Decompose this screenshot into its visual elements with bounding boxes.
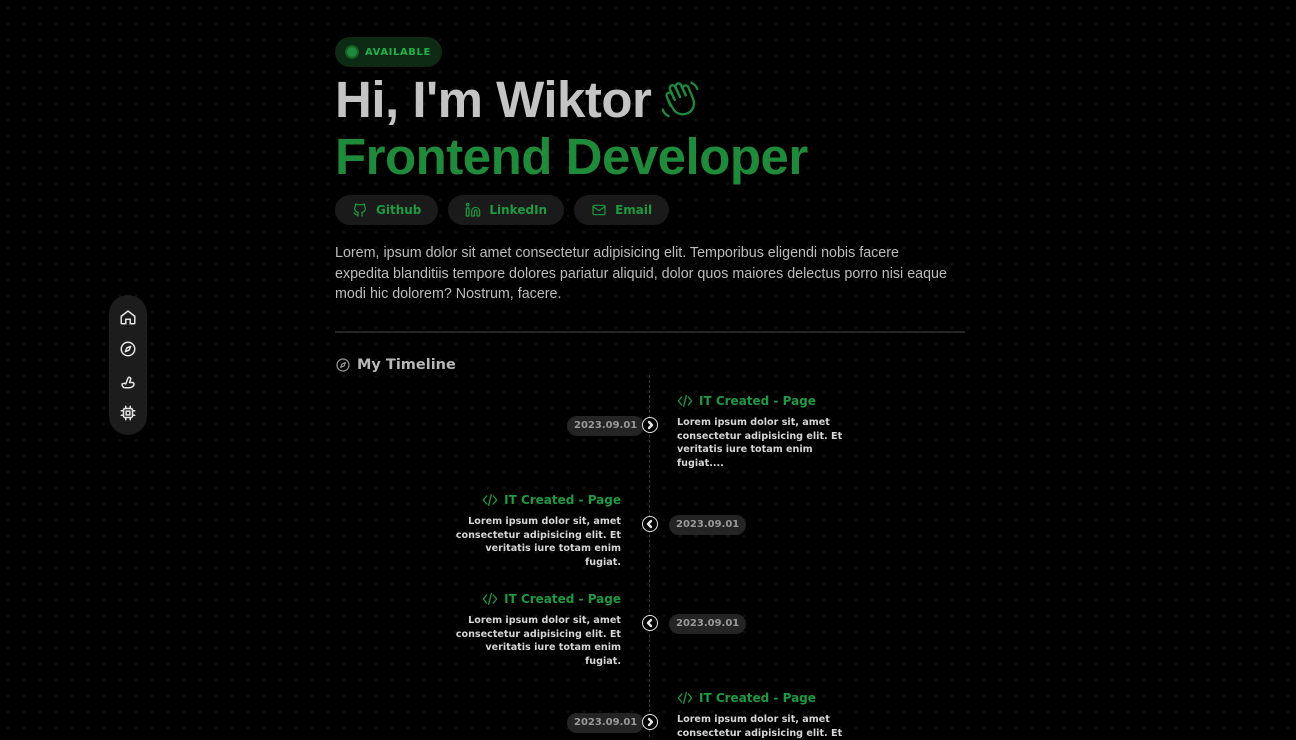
hero-title: Hi, I'm Wiktor <box>335 71 965 129</box>
waving-hand-icon <box>657 77 703 123</box>
timeline-marker[interactable] <box>642 615 658 631</box>
linkedin-button[interactable]: LinkedIn <box>448 195 565 225</box>
github-icon <box>353 203 366 217</box>
chevron-right-icon <box>647 717 654 727</box>
timeline-card: IT Created - Page Lorem ipsum dolor sit,… <box>451 591 621 668</box>
nav-about-button[interactable] <box>116 369 140 393</box>
linkedin-label: LinkedIn <box>489 203 548 217</box>
timeline-card-text: Lorem ipsum dolor sit, amet consectetur … <box>677 714 843 739</box>
timeline-marker[interactable] <box>642 714 658 730</box>
timeline-marker[interactable] <box>642 417 658 433</box>
compass-icon <box>336 357 350 372</box>
chevron-left-icon <box>646 618 653 628</box>
timeline-card-title-label: IT Created - Page <box>504 592 621 606</box>
github-label: Github <box>376 203 422 217</box>
timeline-marker[interactable] <box>642 516 658 532</box>
compass-icon <box>120 341 136 357</box>
code-icon <box>677 394 693 407</box>
timeline-card-title: IT Created - Page <box>677 691 816 705</box>
code-icon <box>482 493 498 506</box>
hand-icon <box>121 376 135 389</box>
code-icon <box>482 593 498 605</box>
hero-role: Frontend Developer <box>335 128 808 185</box>
timeline-card-text: Lorem ipsum dolor sit, amet consectetur … <box>677 417 843 469</box>
social-links: Github LinkedIn Email <box>335 195 965 225</box>
github-button[interactable]: Github <box>335 195 439 225</box>
timeline-card: IT Created - Page Lorem ipsum dolor sit,… <box>451 492 621 569</box>
nav-projects-button[interactable] <box>116 401 140 425</box>
timeline-card-title: IT Created - Page <box>482 493 621 507</box>
status-badge: AVAILABLE <box>335 37 442 67</box>
timeline-heading: My Timeline <box>335 357 965 373</box>
nav-home-button[interactable] <box>116 305 140 329</box>
main-content: AVAILABLE Hi, I'm Wiktor Frontend Develo… <box>335 37 965 373</box>
home-icon <box>120 310 136 325</box>
intro-text: Lorem, ipsum dolor sit amet consectetur … <box>335 245 947 302</box>
timeline-card-text: Lorem ipsum dolor sit, amet consectetur … <box>455 615 621 667</box>
status-label: AVAILABLE <box>365 46 431 58</box>
timeline-card-title-label: IT Created - Page <box>699 691 816 705</box>
timeline-date: 2023.09.01 <box>669 515 747 535</box>
status-dot <box>347 47 357 57</box>
chip-icon <box>120 405 136 421</box>
timeline-date: 2023.09.01 <box>669 614 747 634</box>
timeline-date: 2023.09.01 <box>567 416 645 436</box>
email-button[interactable]: Email <box>574 195 670 225</box>
email-label: Email <box>615 203 653 217</box>
timeline-heading-label: My Timeline <box>357 356 456 373</box>
timeline-card: IT Created - Page Lorem ipsum dolor sit,… <box>677 690 847 740</box>
timeline-card-text: Lorem ipsum dolor sit, amet consectetur … <box>455 516 621 568</box>
nav-explore-button[interactable] <box>116 337 140 361</box>
timeline-card-title-label: IT Created - Page <box>504 493 621 507</box>
timeline-card-title-label: IT Created - Page <box>699 394 816 408</box>
timeline-card: IT Created - Page Lorem ipsum dolor sit,… <box>677 393 847 470</box>
side-nav <box>109 295 147 435</box>
linkedin-icon <box>466 202 481 217</box>
timeline-card-title: IT Created - Page <box>677 394 816 408</box>
chevron-left-icon <box>646 519 653 529</box>
timeline-date: 2023.09.01 <box>567 713 645 733</box>
mail-icon <box>592 204 606 216</box>
divider <box>335 330 965 333</box>
code-icon <box>677 692 693 704</box>
hero-greeting: Hi, I'm Wiktor <box>335 71 652 128</box>
timeline-card-title: IT Created - Page <box>482 592 621 606</box>
chevron-right-icon <box>647 420 654 430</box>
